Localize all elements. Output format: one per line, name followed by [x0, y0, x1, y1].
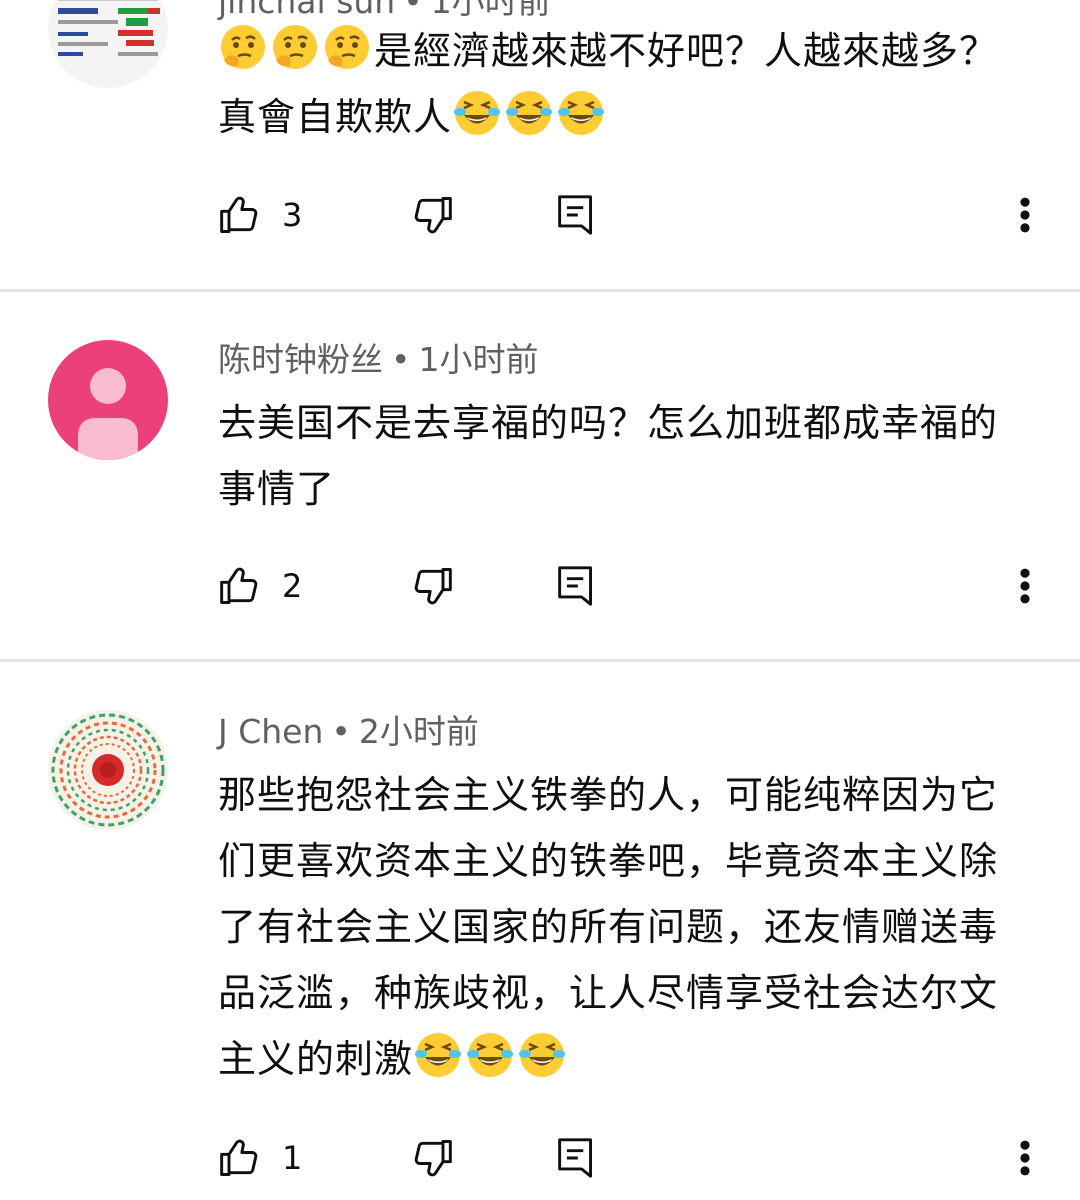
laughing-tears-face-icon: [506, 91, 553, 135]
laughing-emoji: [452, 91, 608, 139]
patterned-plate-avatar-image: [48, 710, 168, 830]
laughing-emoji: [413, 1033, 569, 1081]
separator-dot: •: [331, 712, 351, 751]
like-button[interactable]: 2: [218, 556, 302, 616]
author-name[interactable]: J Chen: [218, 712, 323, 751]
dislike-button[interactable]: [410, 185, 454, 245]
laughing-tears-face-icon: [467, 1033, 514, 1077]
thumb-up-icon: [220, 1139, 258, 1176]
thumb-up-icon: [220, 567, 258, 604]
more-options-button[interactable]: [1010, 185, 1040, 245]
thumb-down-icon: [414, 197, 452, 234]
thinking-face-icon: [325, 25, 369, 69]
thumb-up-icon: [220, 196, 258, 233]
separator-dot: •: [391, 340, 411, 379]
comment-byline: 陈时钟粉丝 • 1小时前: [218, 338, 538, 382]
timestamp[interactable]: 2小时前: [359, 712, 479, 751]
reply-icon: [558, 1138, 592, 1178]
thinking-face-icon: [221, 25, 265, 69]
comment-text: 是經濟越來越不好吧？人越來越多？真會自欺欺人: [218, 18, 1028, 150]
like-count: 2: [282, 567, 303, 605]
more-vert-icon: [1020, 568, 1030, 604]
thinking-emoji: [218, 25, 374, 73]
comment-text: 那些抱怨社会主义铁拳的人，可能纯粹因为它们更喜欢资本主义的铁拳吧，毕竟资本主义除…: [218, 762, 1028, 1092]
reply-button[interactable]: [556, 1128, 596, 1188]
like-count: 3: [282, 196, 303, 234]
author-name[interactable]: 陈时钟粉丝: [218, 340, 383, 379]
avatar[interactable]: [48, 0, 168, 88]
reply-icon: [558, 566, 592, 606]
reply-button[interactable]: [556, 556, 596, 616]
avatar[interactable]: [48, 340, 168, 460]
reply-button[interactable]: [556, 185, 596, 245]
comment-text: 去美国不是去享福的吗？怎么加班都成幸福的事情了: [218, 401, 999, 511]
comment-3: J Chen • 2小时前 那些抱怨社会主义铁拳的人，可能纯粹因为它们更喜欢资本主义…: [0, 662, 1080, 1200]
more-vert-icon: [1020, 197, 1030, 233]
laughing-tears-face-icon: [558, 91, 605, 135]
avatar[interactable]: [48, 710, 168, 830]
more-vert-icon: [1020, 1140, 1030, 1176]
thinking-face-icon: [273, 25, 317, 69]
thumb-down-icon: [414, 568, 452, 605]
more-options-button[interactable]: [1010, 1128, 1040, 1188]
comment-1: jinchai sun • 1小时前 是經濟越來越不好吧？人越來越多？真會自欺欺人 …: [0, 0, 1080, 290]
comment-byline: J Chen • 2小时前: [218, 710, 479, 754]
comment-actions: 1: [0, 1128, 1080, 1188]
comment-actions: 3: [0, 185, 1080, 245]
like-count: 1: [282, 1139, 303, 1177]
stock-screen-avatar-image: [48, 0, 168, 88]
laughing-tears-face-icon: [519, 1033, 566, 1077]
comment-text-body: 那些抱怨社会主义铁拳的人，可能纯粹因为它们更喜欢资本主义的铁拳吧，毕竟资本主义除…: [218, 773, 999, 1081]
dislike-button[interactable]: [410, 1128, 454, 1188]
more-options-button[interactable]: [1010, 556, 1040, 616]
comment-2: 陈时钟粉丝 • 1小时前 去美国不是去享福的吗？怎么加班都成幸福的事情了 2: [0, 292, 1080, 660]
laughing-tears-face-icon: [415, 1033, 462, 1077]
like-button[interactable]: 1: [218, 1128, 302, 1188]
comment-actions: 2: [0, 556, 1080, 616]
default-person-icon: [78, 368, 138, 460]
dislike-button[interactable]: [410, 556, 454, 616]
laughing-tears-face-icon: [454, 91, 501, 135]
like-button[interactable]: 3: [218, 185, 302, 245]
reply-icon: [558, 195, 592, 235]
thumb-down-icon: [414, 1140, 452, 1177]
timestamp[interactable]: 1小时前: [418, 340, 538, 379]
